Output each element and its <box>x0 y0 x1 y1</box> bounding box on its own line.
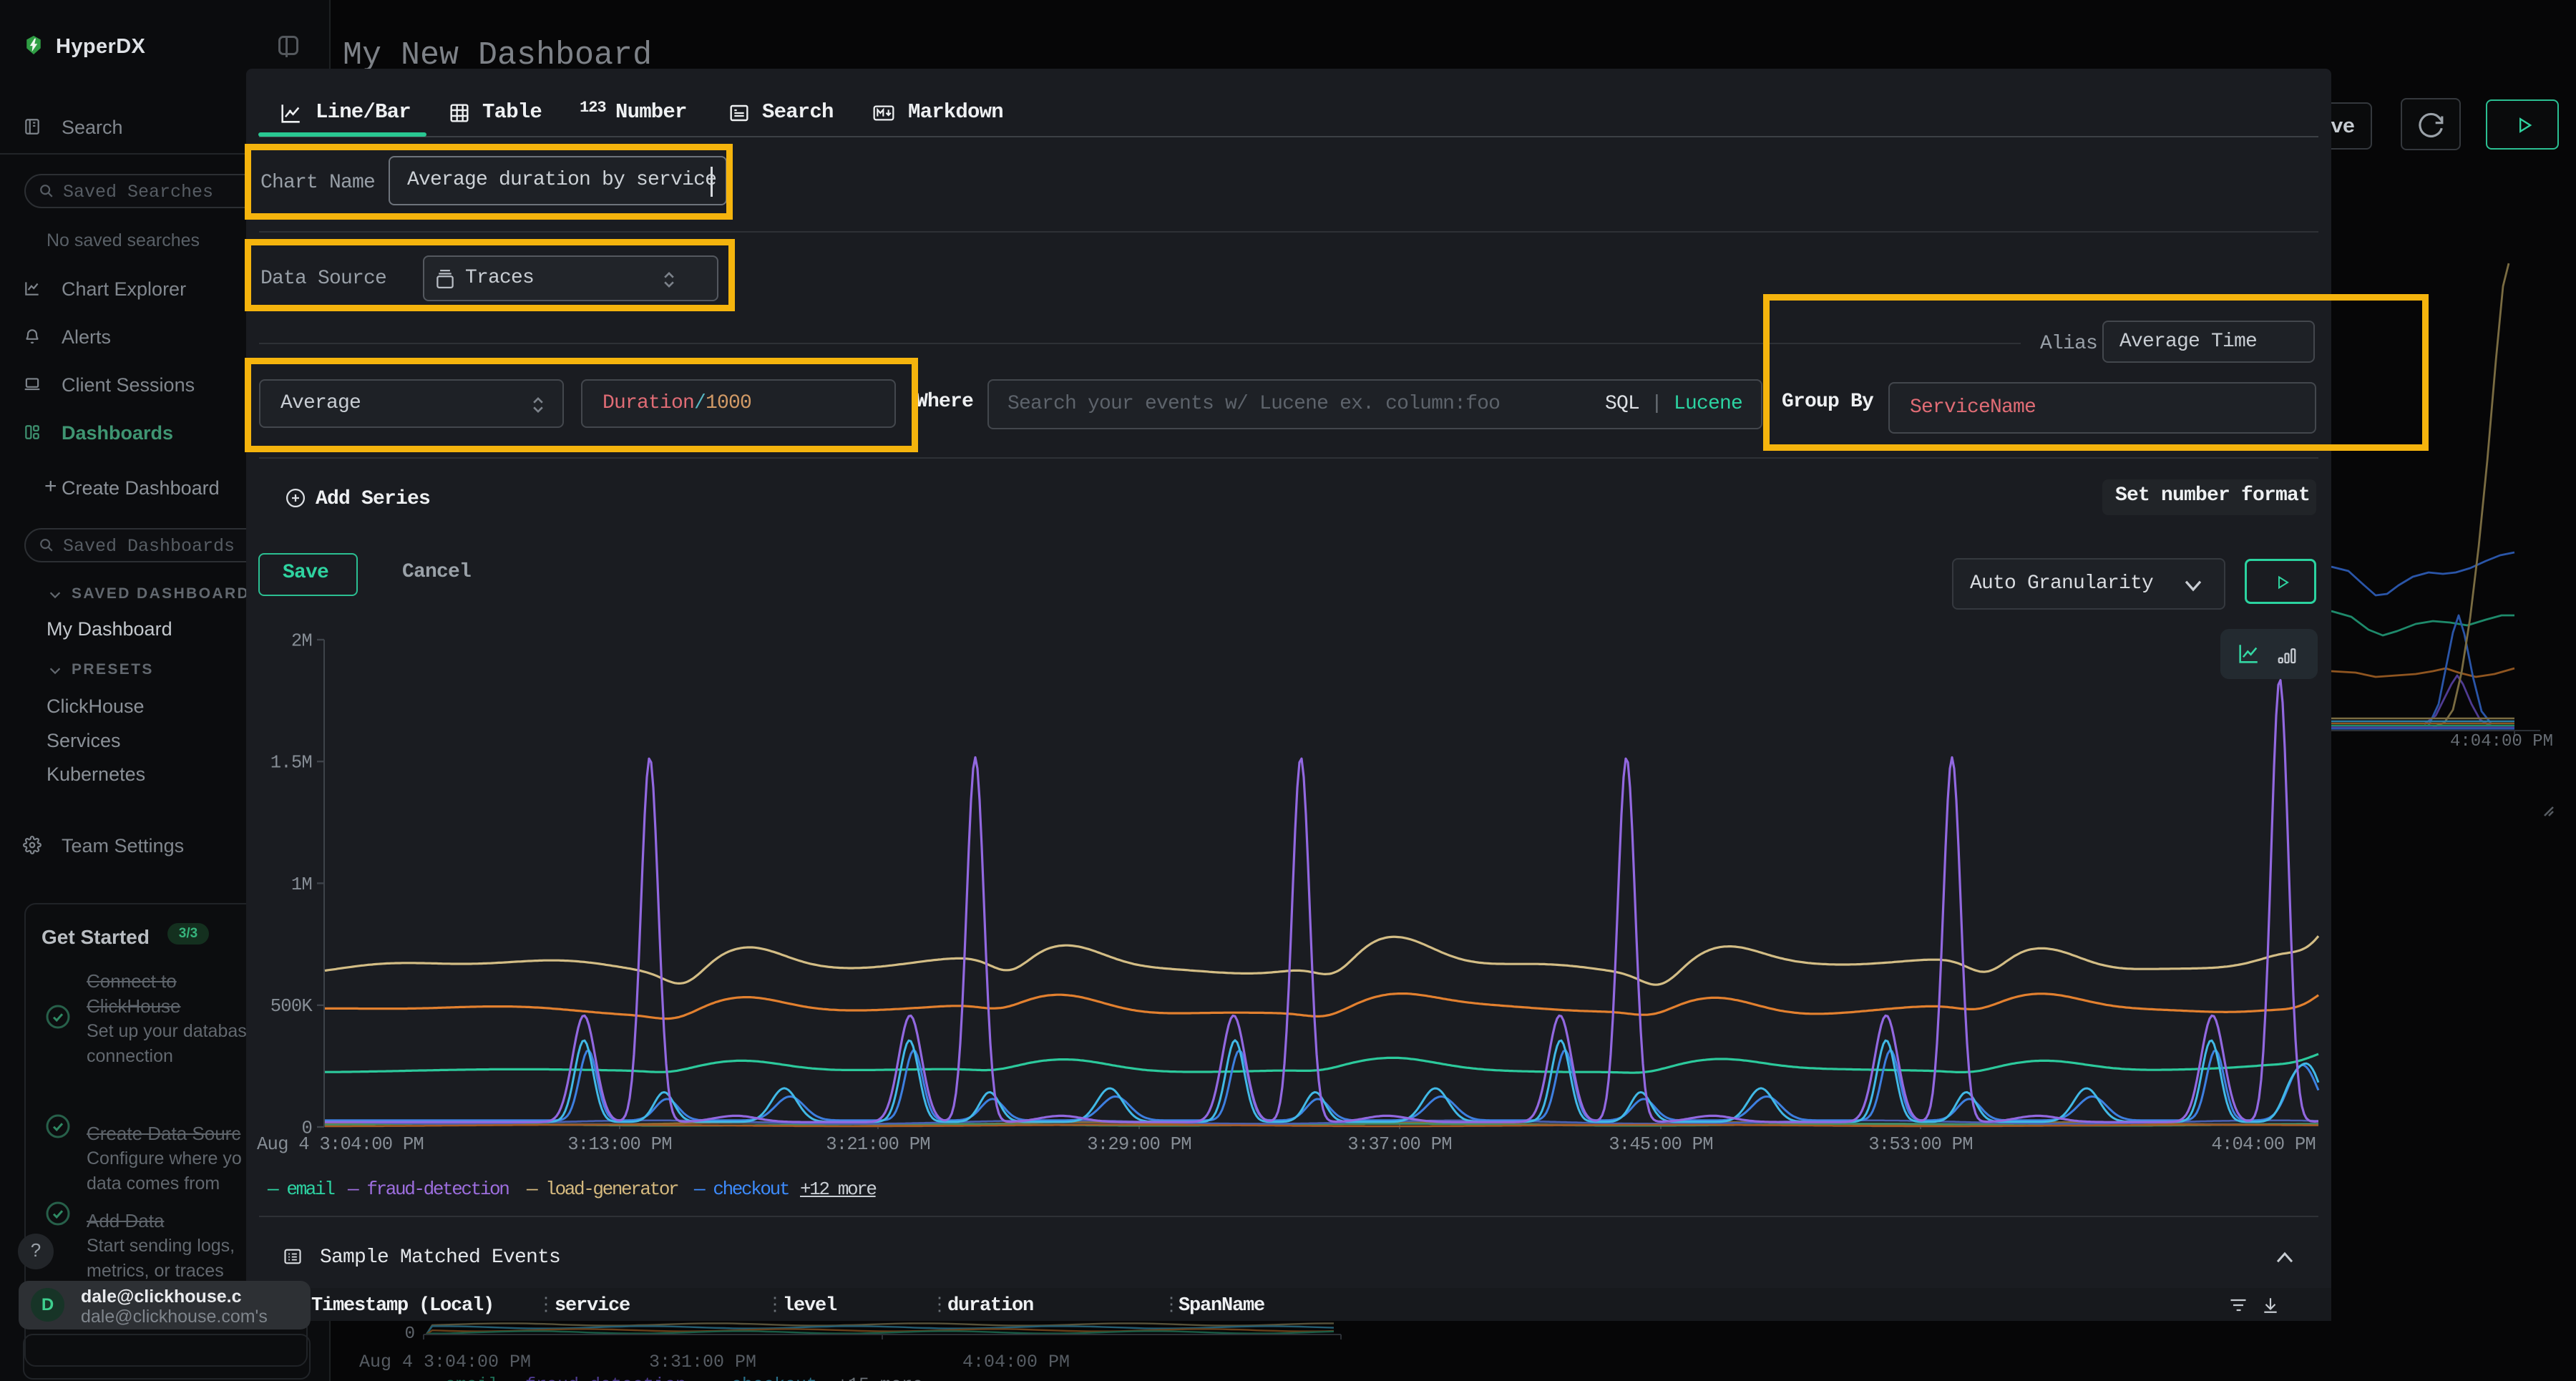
svg-text:+15 more: +15 more <box>837 1375 923 1381</box>
svg-text:— checkout: — checkout <box>709 1375 817 1381</box>
svg-text:3:29:00 PM: 3:29:00 PM <box>1087 1134 1191 1155</box>
svg-text:2M: 2M <box>291 630 312 651</box>
svg-text:Aug 4 3:04:00 PM: Aug 4 3:04:00 PM <box>257 1134 424 1155</box>
svg-text:3:21:00 PM: 3:21:00 PM <box>826 1134 930 1155</box>
svg-text:— fraud-detection: — fraud-detection <box>503 1375 686 1381</box>
svg-text:3:31:00 PM: 3:31:00 PM <box>649 1352 756 1372</box>
svg-text:3:13:00 PM: 3:13:00 PM <box>567 1134 672 1155</box>
svg-text:500K: 500K <box>270 996 313 1017</box>
svg-text:3:37:00 PM: 3:37:00 PM <box>1347 1134 1452 1155</box>
svg-text:1.5M: 1.5M <box>270 753 312 774</box>
svg-text:Aug 4 3:04:00 PM: Aug 4 3:04:00 PM <box>359 1352 531 1372</box>
svg-text:4:04:00 PM: 4:04:00 PM <box>2450 732 2553 751</box>
svg-text:3:45:00 PM: 3:45:00 PM <box>1609 1134 1713 1155</box>
svg-text:0: 0 <box>405 1324 415 1344</box>
svg-text:1M: 1M <box>291 874 312 895</box>
svg-text:— email: — email <box>423 1375 499 1381</box>
svg-text:4:04:00 PM: 4:04:00 PM <box>962 1352 1070 1372</box>
svg-text:4:04:00 PM: 4:04:00 PM <box>2211 1134 2316 1155</box>
svg-text:3:53:00 PM: 3:53:00 PM <box>1868 1134 1973 1155</box>
